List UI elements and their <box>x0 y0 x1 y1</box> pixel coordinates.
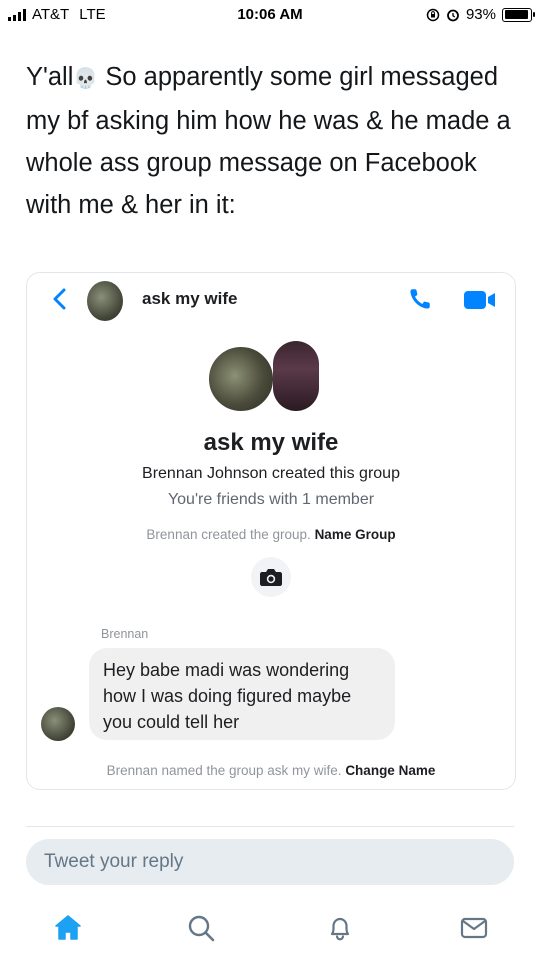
search-icon[interactable] <box>186 913 216 943</box>
camera-icon <box>260 569 282 586</box>
status-right: 93% <box>426 6 535 23</box>
system-message-created: Brennan created the group. Name Group <box>27 527 515 542</box>
member-photo-2 <box>273 341 319 411</box>
member-photo-1 <box>207 345 275 413</box>
notifications-icon[interactable] <box>325 913 355 943</box>
tweet-text-rest: So apparently some girl messaged my bf a… <box>26 63 511 219</box>
divider <box>26 826 514 827</box>
group-member-photos <box>207 341 337 413</box>
sender-name: Brennan <box>101 627 149 641</box>
skull-emoji: 💀 <box>73 68 99 90</box>
battery-percent: 93% <box>465 6 496 23</box>
system-named-text: Brennan named the group ask my wife. <box>106 763 342 778</box>
name-group-link: Name Group <box>314 527 396 542</box>
messenger-header-title: ask my wife <box>142 289 238 308</box>
battery-fill <box>504 10 528 19</box>
messages-icon[interactable] <box>459 913 489 943</box>
battery-icon <box>502 7 535 22</box>
system-created-text: Brennan created the group. <box>146 527 311 542</box>
system-message-named: Brennan named the group ask my wife. Cha… <box>27 763 515 778</box>
bottom-nav <box>0 905 540 955</box>
phone-icon <box>410 289 430 309</box>
tweet-text: Y'all💀 So apparently some girl messaged … <box>26 56 516 226</box>
change-name-link: Change Name <box>345 763 436 778</box>
tweet-text-start: Y'all <box>26 63 74 91</box>
alarm-icon <box>447 9 459 21</box>
group-created-by: Brennan Johnson created this group <box>142 465 400 482</box>
home-icon[interactable] <box>53 913 83 943</box>
attached-screenshot[interactable]: ask my wife ask my wife Brennan Johnson … <box>26 272 516 790</box>
sender-avatar <box>41 707 75 741</box>
group-avatar-small <box>87 281 123 321</box>
video-camera-icon <box>464 291 495 309</box>
back-arrow-icon <box>53 288 66 310</box>
messenger-header: ask my wife <box>27 273 515 325</box>
camera-button <box>251 557 291 597</box>
message-bubble: Hey babe madi was wondering how I was do… <box>89 648 395 740</box>
friends-info: You're friends with 1 member <box>167 491 375 508</box>
group-name: ask my wife <box>203 429 339 456</box>
status-bar: AT&T LTE 10:06 AM 93% <box>0 0 540 30</box>
reply-input[interactable]: Tweet your reply <box>26 839 514 885</box>
rotation-lock-icon <box>426 8 440 21</box>
